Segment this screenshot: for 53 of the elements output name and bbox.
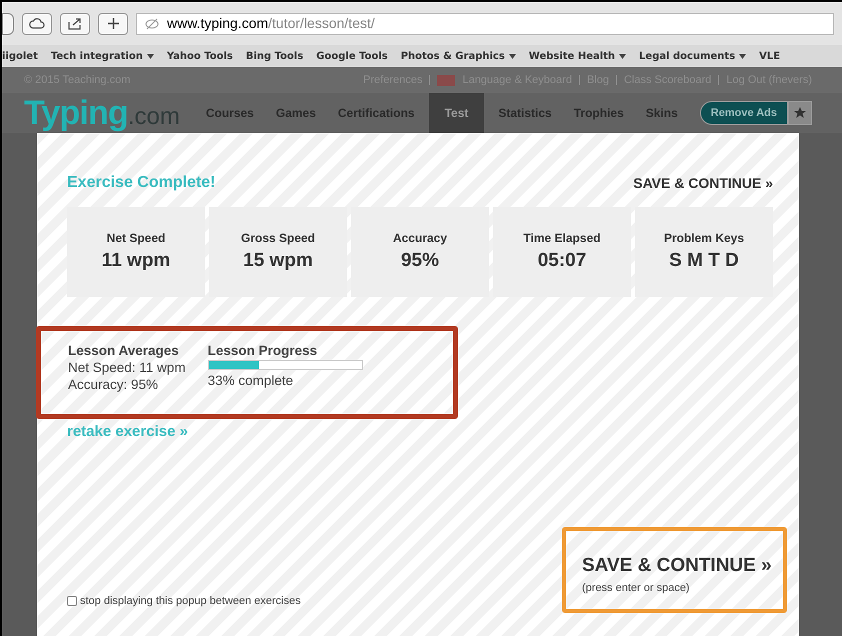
url-text: www.typing.com/tutor/lesson/test/ <box>167 14 375 33</box>
favorite-button[interactable] <box>788 101 812 125</box>
modal-title: Exercise Complete! <box>67 173 216 193</box>
share-button[interactable] <box>60 12 90 34</box>
caret-icon <box>619 54 626 58</box>
checkbox[interactable] <box>67 596 77 606</box>
bookmark-item[interactable]: Legal documents <box>639 48 746 64</box>
share-icon <box>68 18 82 30</box>
average-line: Accuracy: 95% <box>68 376 160 393</box>
progress-caption: 33% complete <box>208 372 294 389</box>
nav-tab[interactable]: Skins <box>646 104 678 122</box>
stop-popup-checkbox[interactable]: stop displaying this popup between exercises <box>67 592 301 609</box>
nav-tab[interactable]: Trophies <box>574 104 624 122</box>
nav-tab[interactable]: Courses <box>206 104 254 122</box>
nav-tab[interactable]: Games <box>276 104 316 122</box>
remove-ads-button[interactable]: Remove Ads <box>700 101 788 125</box>
bookmark-item[interactable]: Yahoo Tools <box>166 48 233 64</box>
keyboard-hint: (press enter or space) <box>582 581 691 596</box>
save-continue-button[interactable]: SAVE & CONTINUE » <box>582 552 783 580</box>
stat-value: 05:07 <box>538 249 586 273</box>
address-field[interactable]: www.typing.com/tutor/lesson/test/ <box>136 12 834 34</box>
stat-value: 95% <box>400 249 440 273</box>
average-line: Net Speed: 11 wpm <box>68 359 186 376</box>
stat-label: Problem Keys <box>664 230 744 247</box>
bookmark-item[interactable]: Photos & Graphics <box>400 48 516 64</box>
nav-tab[interactable]: Test <box>428 93 484 133</box>
save-continue-link[interactable]: SAVE & CONTINUE » <box>633 172 773 194</box>
cloud-icon <box>29 18 45 29</box>
bookmark-item[interactable]: iigolet <box>2 48 38 64</box>
stat-value: S M T D <box>669 249 739 273</box>
star-icon <box>794 107 806 119</box>
plus-icon <box>108 18 118 29</box>
nav-tab[interactable]: Certifications <box>338 104 415 122</box>
nav-tab[interactable]: Statistics <box>498 104 552 122</box>
bookmark-item[interactable]: Website Health <box>528 48 626 64</box>
stat-label: Time Elapsed <box>523 230 601 247</box>
bookmark-item[interactable]: Tech integration <box>50 48 154 64</box>
stat-label: Accuracy <box>392 230 448 247</box>
progress-title: Lesson Progress <box>208 342 318 359</box>
cloud-button[interactable] <box>22 12 52 34</box>
bookmark-item[interactable]: VLE <box>759 48 780 64</box>
stat-label: Gross Speed <box>240 230 316 247</box>
averages-title: Lesson Averages <box>68 342 180 359</box>
caret-icon <box>146 54 154 58</box>
stat-label: Net Speed <box>106 230 166 247</box>
new-tab-button[interactable] <box>98 12 128 34</box>
stat-value: 11 wpm <box>102 249 170 273</box>
stat-value: 15 wpm <box>243 249 313 273</box>
caret-icon <box>739 54 746 58</box>
bookmark-item[interactable]: Google Tools <box>316 48 388 64</box>
flag-icon <box>437 74 456 86</box>
caret-icon <box>508 54 516 58</box>
bookmark-item[interactable]: Bing Tools <box>246 48 304 64</box>
